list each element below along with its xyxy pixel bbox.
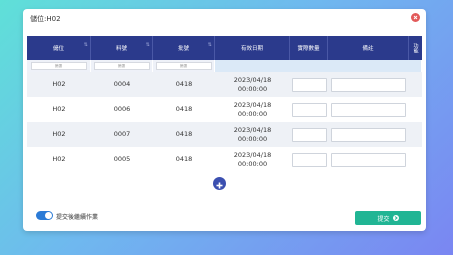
remarks-input[interactable] <box>331 102 406 117</box>
cell-part-no: 0005 <box>113 155 131 163</box>
table-row: H02 0006 0418 2023/04/18 00:00:00 <box>27 97 422 122</box>
submit-button[interactable]: 提交 <box>355 211 421 225</box>
column-header-batch[interactable]: 批號 ⇅ <box>153 36 215 60</box>
cell-batch: 0418 <box>175 105 193 113</box>
table-header: 儲位 ⇅ 料號 ⇅ 批號 ⇅ 有效日期 實際數量 備註 功能 <box>27 36 422 60</box>
add-row-button[interactable] <box>213 177 226 190</box>
sort-icon[interactable]: ⇅ <box>146 42 150 48</box>
filter-empty <box>215 60 422 72</box>
cell-batch: 0418 <box>175 80 193 88</box>
filter-input-part-no[interactable]: 篩選 <box>93 62 150 70</box>
sort-icon[interactable]: ⇅ <box>208 42 212 48</box>
column-header-location[interactable]: 儲位 ⇅ <box>27 36 91 60</box>
cell-location: H02 <box>52 105 66 113</box>
actual-qty-input[interactable] <box>291 102 327 117</box>
dialog-title: 儲位:H02 <box>30 15 61 23</box>
cell-expiry: 2023/04/18 00:00:00 <box>233 75 272 93</box>
cell-batch: 0418 <box>175 130 193 138</box>
cell-batch: 0418 <box>175 155 193 163</box>
sort-icon[interactable]: ⇅ <box>84 42 88 48</box>
column-header-function: 功能 <box>412 43 419 53</box>
remarks-input[interactable] <box>331 152 406 167</box>
cell-location: H02 <box>52 130 66 138</box>
actual-qty-input[interactable] <box>291 77 327 92</box>
arrow-right-circle-icon <box>392 215 399 221</box>
cell-expiry: 2023/04/18 00:00:00 <box>233 150 272 168</box>
toggle-label: 提交後繼續作業 <box>56 214 99 221</box>
cell-part-no: 0007 <box>113 130 131 138</box>
filter-input-batch[interactable]: 篩選 <box>155 62 212 70</box>
cell-expiry: 2023/04/18 00:00:00 <box>233 100 272 118</box>
cell-part-no: 0004 <box>113 80 131 88</box>
actual-qty-input[interactable] <box>291 127 327 142</box>
column-header-part-no[interactable]: 料號 ⇅ <box>91 36 153 60</box>
plus-icon <box>216 182 223 189</box>
cell-location: H02 <box>52 155 66 163</box>
cell-part-no: 0006 <box>113 105 131 113</box>
toggle-knob <box>45 212 52 219</box>
filter-row: 篩選 篩選 篩選 <box>27 60 422 72</box>
table-row: H02 0005 0418 2023/04/18 00:00:00 <box>27 147 422 172</box>
column-header-actual-qty: 實際數量 <box>290 36 328 60</box>
filter-input-location[interactable]: 篩選 <box>30 62 87 70</box>
table-row: H02 0007 0418 2023/04/18 00:00:00 <box>27 122 422 147</box>
table-row: H02 0004 0418 2023/04/18 00:00:00 <box>27 72 422 97</box>
data-table: 儲位 ⇅ 料號 ⇅ 批號 ⇅ 有效日期 實際數量 備註 功能 篩選 篩選 篩選 … <box>27 36 422 172</box>
cell-expiry: 2023/04/18 00:00:00 <box>233 125 272 143</box>
actual-qty-input[interactable] <box>291 152 327 167</box>
close-icon <box>413 15 418 20</box>
remarks-input[interactable] <box>331 127 406 142</box>
remarks-input[interactable] <box>331 77 406 92</box>
close-button[interactable] <box>411 13 420 22</box>
continue-after-submit-toggle[interactable] <box>36 211 53 220</box>
cell-location: H02 <box>52 80 66 88</box>
column-header-expiry: 有效日期 <box>215 36 290 60</box>
column-header-remarks: 備註 <box>328 36 409 60</box>
